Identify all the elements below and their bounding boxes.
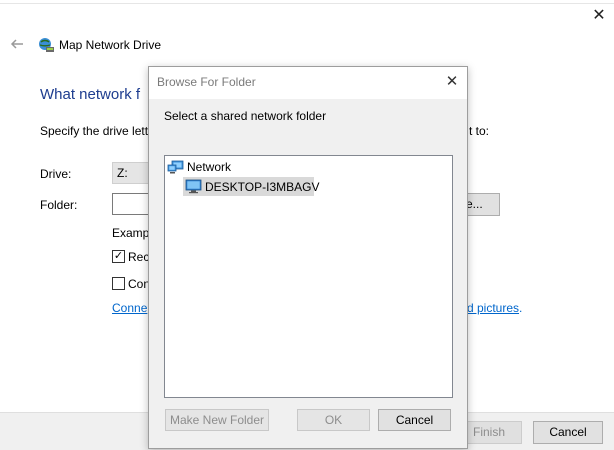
reconnect-label: Rec bbox=[128, 250, 148, 264]
window-top-strip bbox=[0, 0, 614, 4]
network-drive-icon bbox=[37, 36, 55, 54]
drive-select[interactable]: Z: bbox=[112, 162, 152, 184]
folder-label: Folder: bbox=[40, 198, 78, 212]
dialog-title: Browse For Folder bbox=[157, 75, 256, 89]
drive-label: Drive: bbox=[40, 167, 72, 181]
tree-item-label: DESKTOP-I3MBAGV bbox=[205, 180, 320, 194]
wizard-title: Map Network Drive bbox=[59, 38, 162, 52]
connect-link[interactable]: Conne bbox=[112, 301, 148, 315]
close-icon[interactable]: ✕ bbox=[588, 6, 610, 26]
browse-for-folder-dialog: Browse For Folder ✕ Select a shared netw… bbox=[148, 66, 468, 449]
wizard-description-end: t to: bbox=[469, 124, 490, 138]
reconnect-checkbox[interactable]: ✓ bbox=[112, 250, 125, 263]
credentials-label: Con bbox=[128, 277, 148, 291]
ok-button[interactable]: OK bbox=[297, 409, 370, 431]
credentials-checkbox[interactable] bbox=[112, 277, 125, 290]
network-icon bbox=[167, 159, 185, 175]
computer-icon bbox=[185, 179, 202, 194]
dialog-instruction: Select a shared network folder bbox=[164, 109, 327, 123]
example-text: Examp bbox=[112, 226, 148, 240]
browse-button[interactable]: e... bbox=[466, 193, 500, 216]
pictures-link-suffix: . bbox=[519, 301, 523, 315]
pictures-link[interactable]: d pictures. bbox=[467, 301, 522, 315]
folder-input[interactable] bbox=[112, 193, 152, 215]
wizard-description: Specify the drive lett bbox=[40, 124, 149, 138]
folder-tree[interactable]: Network DESKTOP-I3MBAGV bbox=[164, 155, 453, 398]
pictures-link-text[interactable]: d pictures bbox=[467, 301, 519, 315]
tree-item-computer[interactable]: DESKTOP-I3MBAGV bbox=[183, 177, 319, 196]
back-arrow-icon[interactable] bbox=[9, 36, 25, 52]
wizard-cancel-button[interactable]: Cancel bbox=[533, 421, 603, 444]
make-new-folder-button[interactable]: Make New Folder bbox=[165, 409, 269, 431]
dialog-cancel-button[interactable]: Cancel bbox=[378, 409, 451, 431]
tree-item-label: Network bbox=[187, 160, 232, 174]
wizard-heading: What network f bbox=[40, 86, 141, 103]
dialog-close-icon[interactable]: ✕ bbox=[441, 71, 463, 93]
